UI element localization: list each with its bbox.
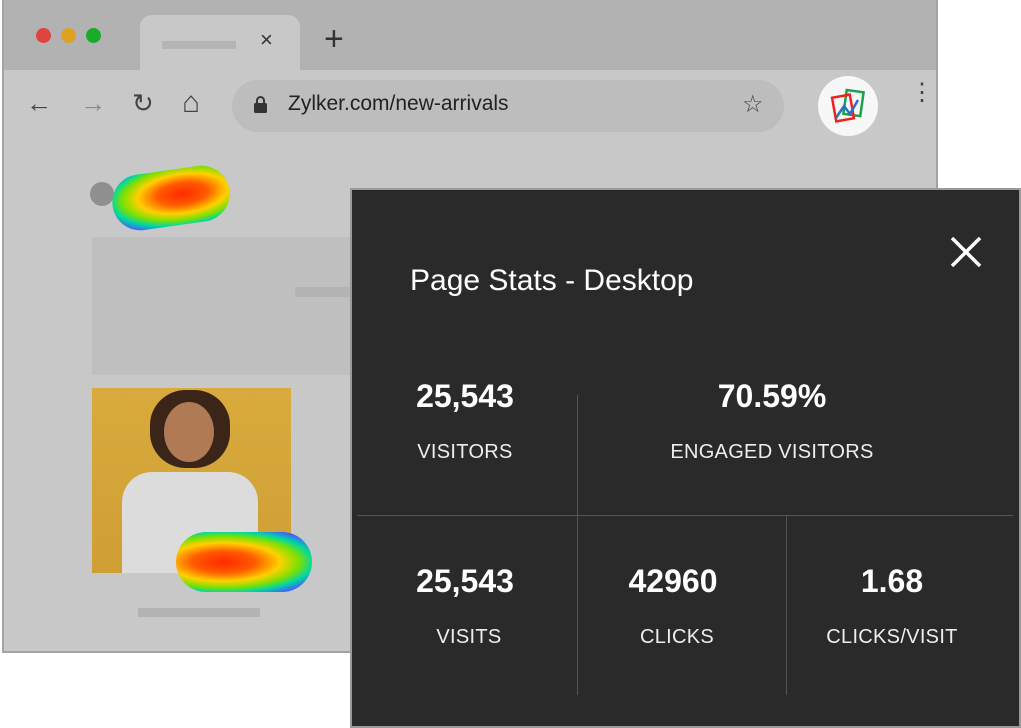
maximize-window-button[interactable] (86, 28, 101, 43)
divider (357, 515, 1013, 516)
close-window-button[interactable] (36, 28, 51, 43)
bookmark-star-icon[interactable]: ☆ (742, 90, 764, 119)
tab-title-placeholder (162, 41, 236, 49)
close-icon[interactable] (948, 234, 984, 270)
heatmap-hotspot (108, 162, 234, 234)
engaged-visitors-label: ENGAGED VISITORS (670, 441, 874, 463)
minimize-window-button[interactable] (61, 28, 76, 43)
clicks-value: 42960 (628, 563, 718, 599)
panel-title: Page Stats - Desktop (410, 264, 694, 297)
page-stats-panel: Page Stats - Desktop 25,543 VISITORS 70.… (350, 188, 1021, 728)
clicks-per-visit-label: CLICKS/VISIT (826, 626, 958, 648)
clicks-per-visit-value: 1.68 (860, 563, 924, 599)
address-bar[interactable]: Zylker.com/new-arrivals ☆ (232, 80, 784, 132)
back-icon[interactable]: ← (26, 88, 52, 118)
browser-tab[interactable]: × (140, 15, 300, 71)
divider (786, 515, 787, 695)
extension-button[interactable] (818, 76, 878, 136)
url-text[interactable]: Zylker.com/new-arrivals (288, 92, 509, 116)
heatmap-hotspot (176, 532, 312, 592)
tab-bar: × + (4, 0, 936, 71)
visitors-label: VISITORS (417, 441, 513, 463)
tab-close-icon[interactable]: × (260, 27, 273, 53)
lock-icon (254, 96, 267, 113)
divider (577, 515, 578, 695)
new-tab-button[interactable]: + (324, 22, 344, 56)
pagesense-logo-icon (830, 88, 865, 123)
forward-icon[interactable]: → (80, 88, 106, 118)
visits-value: 25,543 (416, 563, 514, 599)
logo-placeholder (90, 182, 114, 206)
home-icon[interactable]: ⌂ (182, 88, 200, 118)
face (164, 402, 214, 462)
footer-placeholder (138, 608, 260, 617)
engaged-visitors-value: 70.59% (717, 378, 827, 414)
browser-menu-icon[interactable]: ⋮ (910, 81, 934, 105)
visitors-value: 25,543 (416, 378, 514, 414)
reload-icon[interactable]: ↻ (132, 88, 154, 118)
